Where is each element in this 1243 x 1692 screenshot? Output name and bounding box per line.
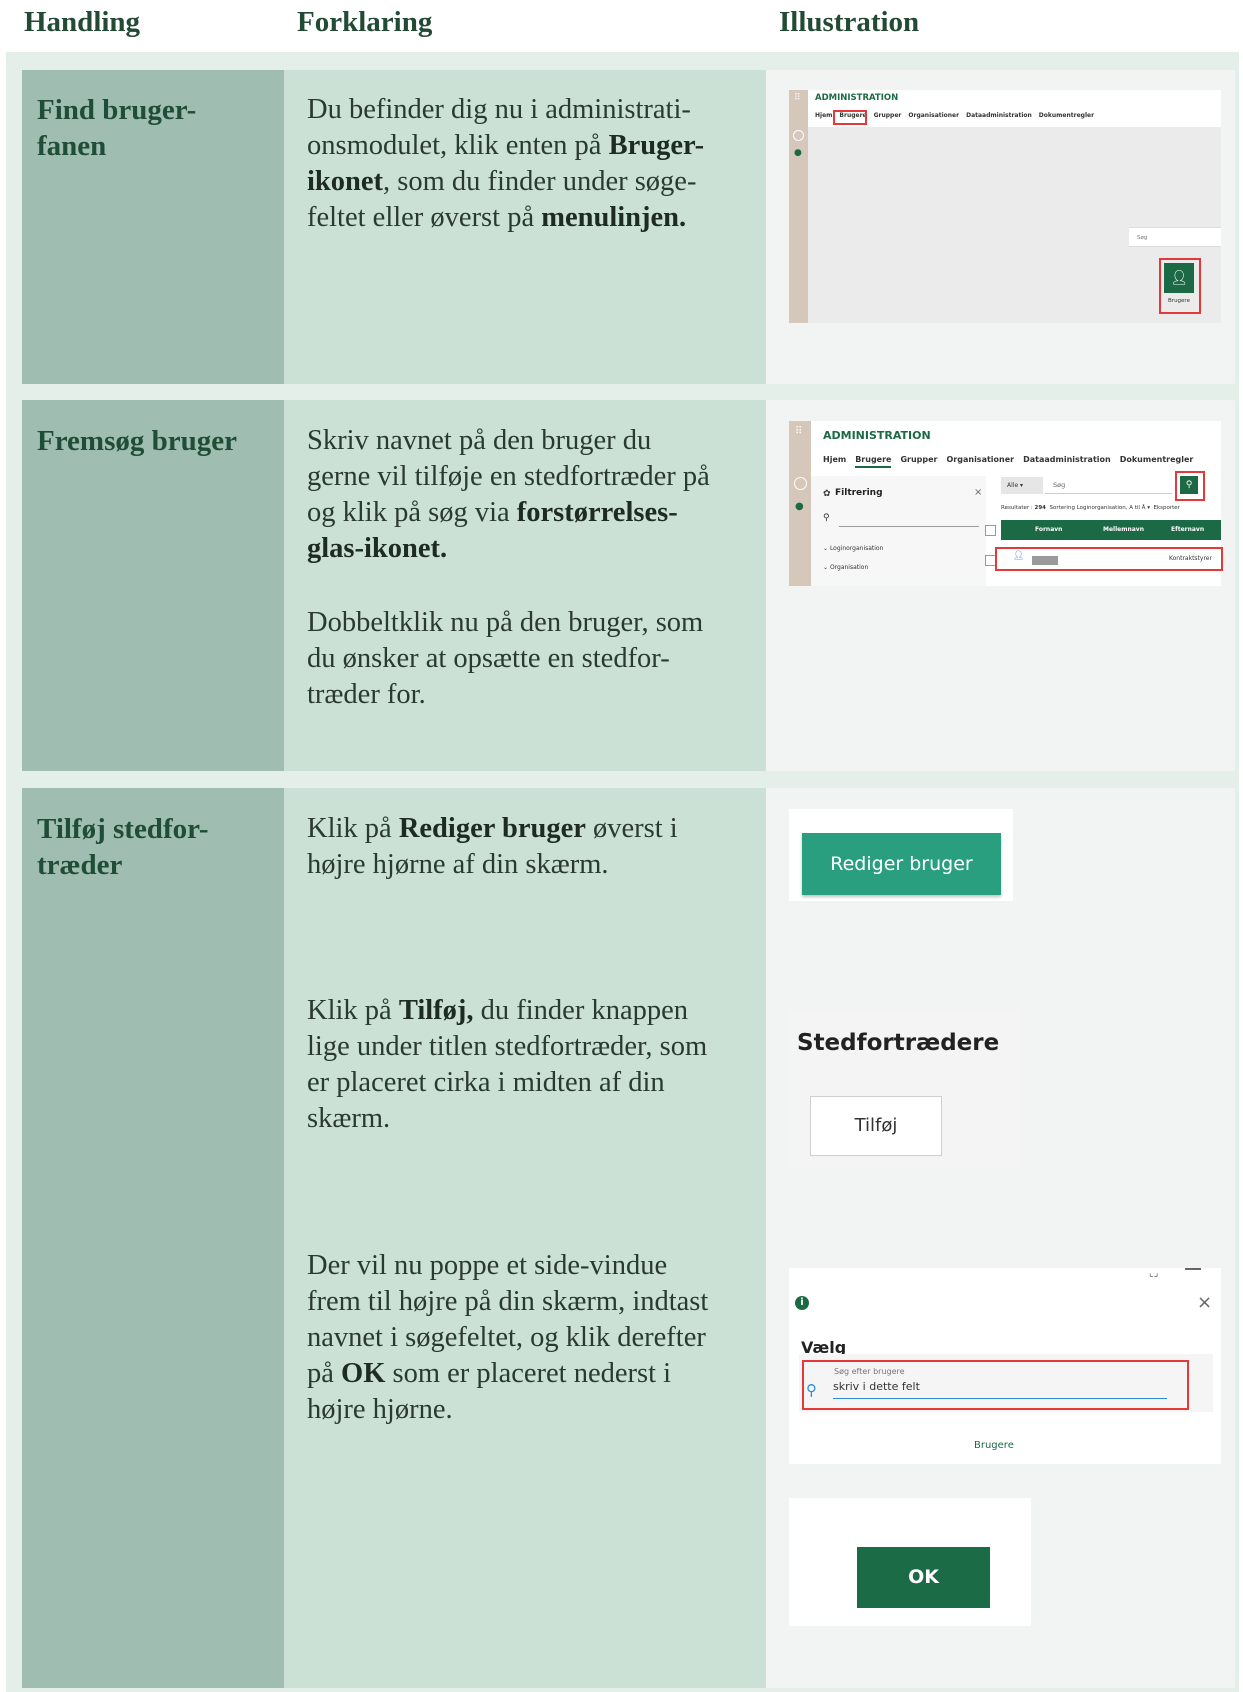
tab-hjem[interactable]: Hjem [823, 455, 846, 464]
tab-organisationer[interactable]: Organisationer [908, 112, 959, 119]
tab-dataadministration[interactable]: Dataadministration [1023, 455, 1111, 464]
search-input[interactable]: Søg [1045, 477, 1172, 494]
apps-grid-icon[interactable]: ⠿ [795, 427, 802, 437]
row3-action-cell [22, 788, 284, 1688]
add-button[interactable]: Tilføj [810, 1096, 942, 1156]
compass-icon[interactable] [794, 477, 807, 490]
compass-icon[interactable] [793, 130, 804, 141]
brugere-tile[interactable]: 👤︎ [1164, 263, 1194, 293]
tab-dokumentregler[interactable]: Dokumentregler [1120, 455, 1194, 464]
tab-grupper[interactable]: Grupper [900, 455, 937, 464]
expand-icon[interactable]: ⌞⌟ [1149, 1268, 1158, 1279]
row3-action-title: Tilføj stedfor-træder [37, 813, 209, 881]
row2-explanation-2: Dobbeltklik nu på den bruger, som du øns… [307, 607, 704, 710]
tab-dataadministration[interactable]: Dataadministration [966, 112, 1032, 119]
col-fornavn[interactable]: Fornavn [1035, 526, 1062, 533]
row3-explanation-3: Der vil nu poppe et side-vindue frem til … [307, 1250, 709, 1425]
substitutes-title: Stedfortrædere [797, 1030, 1000, 1056]
side-window: ⌞⌟ i × Vælg Søg efter brugere ⚲ skriv i … [789, 1268, 1221, 1464]
admin-tabs: Hjem Brugere Grupper Organisationer Dataadmi… [823, 455, 1194, 468]
row3-explanation-cell [284, 788, 766, 1688]
tab-dokumentregler[interactable]: Dokumentregler [1039, 112, 1094, 119]
highlight-user-row [995, 547, 1223, 571]
row2-screenshot: ⠿ ● ADMINISTRATION Hjem Brugere Grupper Org… [789, 421, 1223, 586]
filter-search-icon[interactable]: ⚲ [823, 513, 830, 523]
highlight-search-input [802, 1360, 1189, 1410]
export-button[interactable]: Eksporter [1153, 505, 1179, 511]
app-sidebar [789, 90, 808, 323]
users-icon[interactable]: ● [794, 148, 803, 158]
header-illustration: Illustration [779, 6, 920, 38]
tab-organisationer[interactable]: Organisationer [947, 455, 1015, 464]
row3-explanation-1: Klik på Rediger bruger øverst i højre hjø… [307, 813, 678, 880]
results-bar: Resultater : 294 Sortering Loginorganisa… [1001, 505, 1180, 511]
type-dropdown[interactable]: Alle ▾ [1001, 477, 1043, 494]
highlight-search-button [1175, 471, 1205, 501]
filter-search-input[interactable] [839, 526, 979, 527]
minimize-icon[interactable] [1185, 1268, 1201, 1270]
header-handling: Handling [24, 6, 141, 38]
close-icon[interactable]: × [1197, 1292, 1212, 1313]
filter-close-icon[interactable]: × [974, 487, 982, 498]
row1-screenshot: ⠿ ● ADMINISTRATION Hjem Brugere Grupper Org… [789, 90, 1221, 323]
tree-item-organisation[interactable]: ⌄ Organisation [823, 564, 868, 571]
row1-explanation: Du befinder dig nu i administrati-onsmod… [307, 94, 705, 233]
tab-brugere[interactable]: Brugere [974, 1440, 1014, 1451]
ok-button[interactable]: OK [857, 1547, 990, 1608]
row3-explanation-2: Klik på Tilføj, du finder knappen lige un… [307, 995, 708, 1134]
tree-item-loginorganisation[interactable]: ⌄ Loginorganisation [823, 545, 883, 552]
apps-grid-icon[interactable]: ⠿ [794, 94, 803, 103]
header-checkbox[interactable] [985, 525, 996, 536]
col-efternavn[interactable]: Efternavn [1171, 526, 1204, 533]
highlight-brugere-tab [833, 110, 867, 125]
user-icon: 👤︎ [1170, 270, 1188, 286]
search-field[interactable]: Søg [1129, 227, 1221, 247]
tab-brugere[interactable]: Brugere [855, 455, 892, 468]
row2-action-title: Fremsøg bruger [37, 425, 237, 457]
info-icon: i [795, 1296, 809, 1310]
users-icon[interactable]: ● [795, 501, 804, 512]
tab-hjem[interactable]: Hjem [815, 112, 832, 119]
tab-grupper[interactable]: Grupper [874, 112, 902, 119]
edit-user-button[interactable]: Rediger bruger [802, 833, 1001, 895]
admin-title: ADMINISTRATION [815, 93, 899, 103]
filter-label: Filtrering [835, 488, 883, 498]
row2-explanation: Skriv navnet på den bruger du gerne vil t… [307, 425, 710, 564]
admin-title: ADMINISTRATION [823, 429, 931, 442]
header-forklaring: Forklaring [297, 6, 433, 38]
col-mellemnavn[interactable]: Mellemnavn [1103, 526, 1144, 533]
row1-action-title: Find bruger-fanen [37, 94, 197, 162]
brugere-tile-label: Brugere [1168, 298, 1190, 304]
gear-icon: ✿ [823, 489, 831, 499]
